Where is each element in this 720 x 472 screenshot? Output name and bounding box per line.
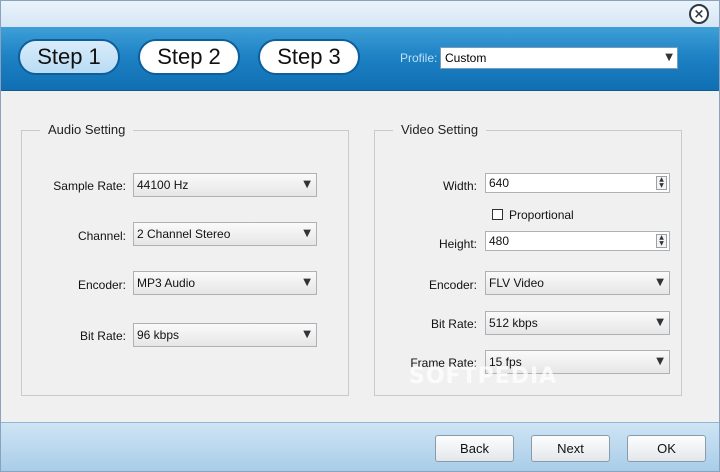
settings-content: Audio Setting Sample Rate: 44100 Hz ▼ Ch… bbox=[1, 92, 719, 422]
chevron-down-icon: ▼ bbox=[303, 228, 311, 239]
step-2-button[interactable]: Step 2 bbox=[138, 39, 240, 75]
height-spinner[interactable]: ▲ ▼ bbox=[656, 234, 667, 248]
spin-down-icon: ▼ bbox=[659, 240, 664, 247]
footer-bar: Back Next OK bbox=[1, 422, 719, 471]
width-value: 640 bbox=[489, 176, 510, 190]
chevron-down-icon: ▼ bbox=[656, 277, 664, 288]
chevron-down-icon: ▼ bbox=[303, 179, 311, 190]
step-1-button[interactable]: Step 1 bbox=[18, 39, 120, 75]
profile-value: Custom bbox=[445, 51, 487, 65]
height-value: 480 bbox=[489, 234, 510, 248]
title-bar: × bbox=[1, 1, 719, 27]
profile-label: Profile: bbox=[400, 51, 438, 65]
sample-rate-label: Sample Rate: bbox=[53, 179, 126, 193]
sample-rate-select[interactable]: 44100 Hz ▼ bbox=[133, 173, 317, 197]
audio-encoder-select[interactable]: MP3 Audio ▼ bbox=[133, 271, 317, 295]
chevron-down-icon: ▼ bbox=[656, 317, 664, 328]
chevron-down-icon: ▼ bbox=[665, 52, 673, 63]
width-spinner[interactable]: ▲ ▼ bbox=[656, 176, 667, 190]
step-3-button[interactable]: Step 3 bbox=[258, 39, 360, 75]
width-label: Width: bbox=[442, 179, 477, 193]
audio-bit-rate-select[interactable]: 96 kbps ▼ bbox=[133, 323, 317, 347]
audio-setting-title: Audio Setting bbox=[40, 122, 134, 137]
profile-select[interactable]: Custom ▼ bbox=[440, 47, 678, 69]
height-label: Height: bbox=[438, 237, 477, 251]
ok-button[interactable]: OK bbox=[627, 435, 706, 462]
video-encoder-value: FLV Video bbox=[489, 276, 544, 290]
channel-select[interactable]: 2 Channel Stereo ▼ bbox=[133, 222, 317, 246]
proportional-checkbox[interactable] bbox=[492, 209, 503, 220]
chevron-down-icon: ▼ bbox=[656, 356, 664, 367]
close-button[interactable]: × bbox=[689, 4, 709, 24]
video-bit-rate-value: 512 kbps bbox=[489, 316, 538, 330]
close-icon: × bbox=[693, 6, 705, 22]
audio-encoder-value: MP3 Audio bbox=[137, 276, 196, 290]
sample-rate-value: 44100 Hz bbox=[137, 178, 189, 192]
audio-bit-rate-label: Bit Rate: bbox=[79, 329, 126, 343]
video-encoder-label: Encoder: bbox=[428, 278, 477, 292]
width-input[interactable]: 640 ▲ ▼ bbox=[485, 173, 670, 193]
channel-label: Channel: bbox=[77, 229, 126, 243]
spin-down-icon: ▼ bbox=[659, 182, 664, 189]
step-bar: Step 1 Step 2 Step 3 Profile: Custom ▼ bbox=[1, 27, 719, 91]
watermark: SOFTPEDIA bbox=[409, 364, 558, 389]
video-bit-rate-select[interactable]: 512 kbps ▼ bbox=[485, 311, 670, 335]
audio-bit-rate-value: 96 kbps bbox=[137, 328, 180, 342]
next-button[interactable]: Next bbox=[531, 435, 610, 462]
proportional-label: Proportional bbox=[509, 208, 574, 222]
audio-setting-group: Audio Setting Sample Rate: 44100 Hz ▼ Ch… bbox=[21, 122, 349, 396]
height-input[interactable]: 480 ▲ ▼ bbox=[485, 231, 670, 251]
back-button[interactable]: Back bbox=[435, 435, 514, 462]
dialog-window: × Step 1 Step 2 Step 3 Profile: Custom ▼… bbox=[0, 0, 720, 472]
channel-value: 2 Channel Stereo bbox=[137, 227, 231, 241]
video-setting-group: Video Setting Width: 640 ▲ ▼ Proportional… bbox=[374, 122, 682, 396]
chevron-down-icon: ▼ bbox=[303, 329, 311, 340]
video-setting-title: Video Setting bbox=[393, 122, 487, 137]
video-bit-rate-label: Bit Rate: bbox=[430, 317, 477, 331]
chevron-down-icon: ▼ bbox=[303, 277, 311, 288]
video-encoder-select[interactable]: FLV Video ▼ bbox=[485, 271, 670, 295]
audio-encoder-label: Encoder: bbox=[77, 278, 126, 292]
